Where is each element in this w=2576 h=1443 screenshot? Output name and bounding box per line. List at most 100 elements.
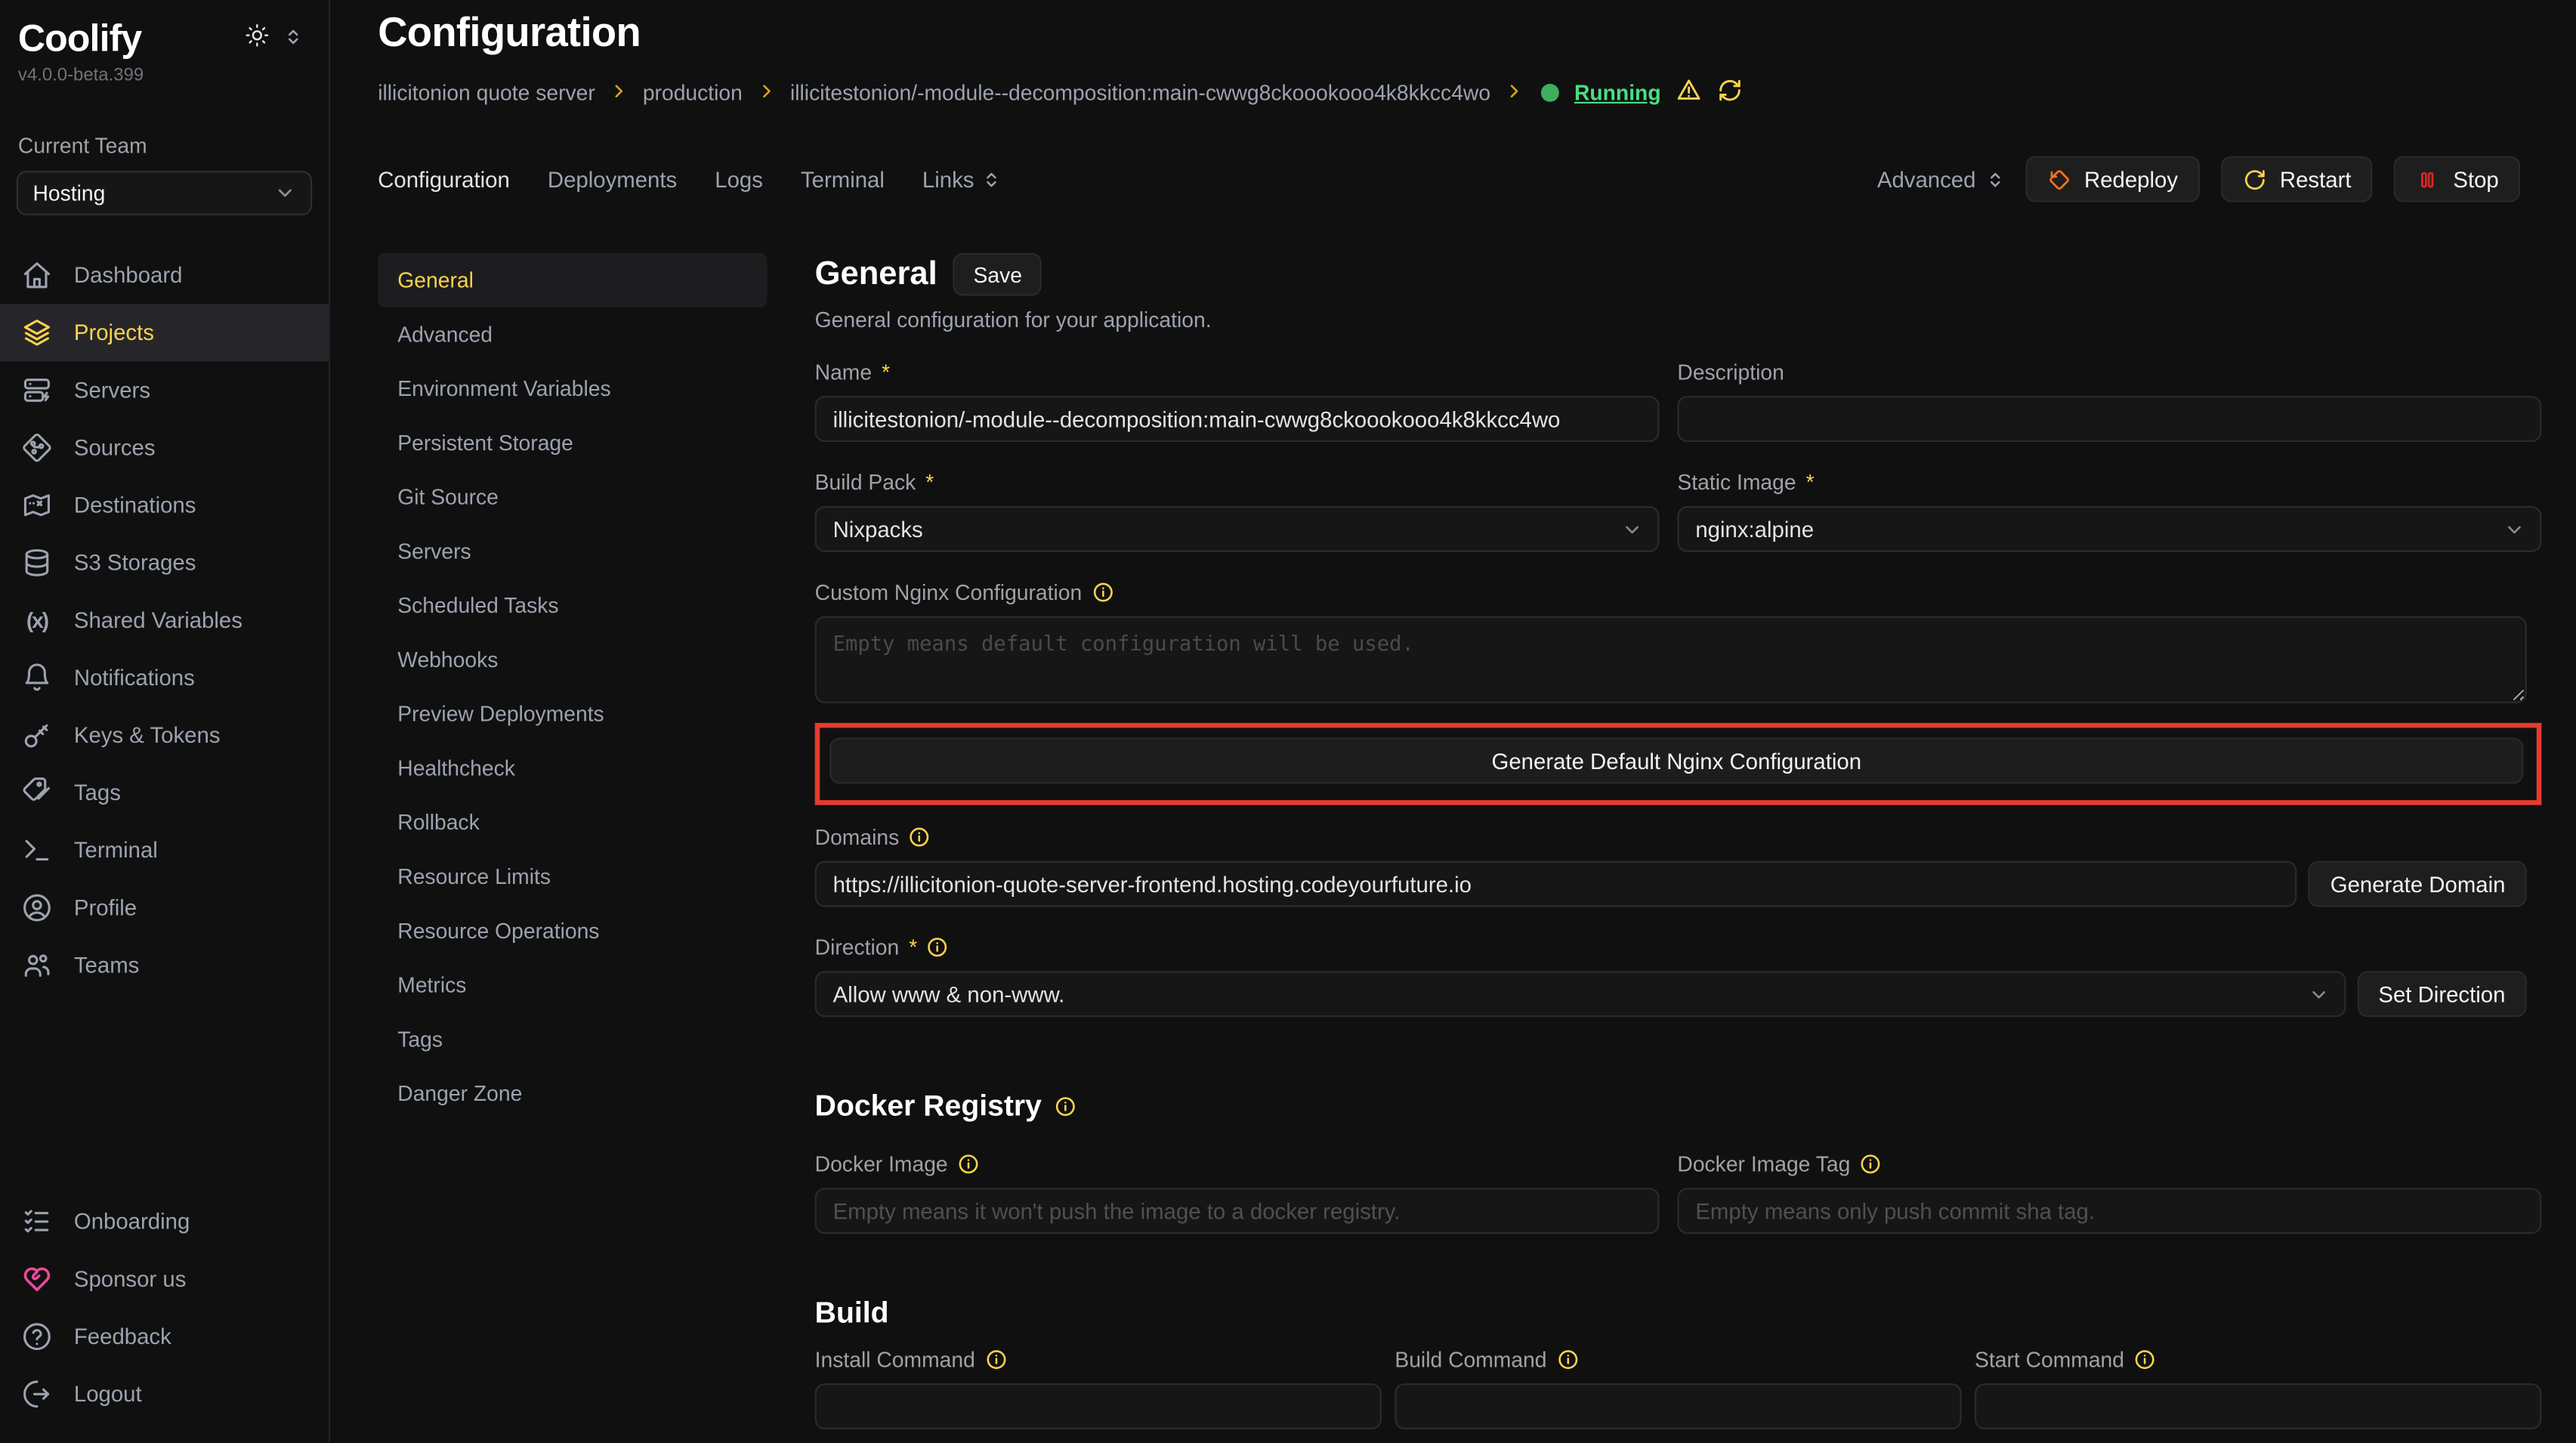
status-badge[interactable]: Running [1574, 81, 1661, 106]
subnav-item-resource-operations[interactable]: Resource Operations [378, 904, 767, 958]
info-icon[interactable] [1055, 1096, 1076, 1117]
subnav-item-scheduled-tasks[interactable]: Scheduled Tasks [378, 579, 767, 633]
static-image-select[interactable]: nginx:alpine [1677, 506, 2541, 552]
description-label: Description [1677, 360, 1784, 385]
sidebar-item-shared-variables[interactable]: (x) Shared Variables [0, 592, 329, 649]
description-input[interactable] [1677, 396, 2541, 442]
tab-terminal[interactable]: Terminal [801, 167, 885, 192]
status-dot [1541, 84, 1559, 102]
sidebar-item-feedback[interactable]: Feedback [0, 1308, 329, 1365]
chevrons-up-down-icon [1986, 170, 2004, 188]
start-command-input[interactable] [1975, 1383, 2541, 1429]
refresh-status-icon[interactable] [1717, 77, 1744, 108]
subnav-item-servers[interactable]: Servers [378, 524, 767, 579]
chevron-right-icon [1506, 81, 1524, 106]
custom-nginx-textarea[interactable] [815, 616, 2527, 703]
sidebar-item-sources[interactable]: Sources [0, 419, 329, 477]
subnav-item-metrics[interactable]: Metrics [378, 958, 767, 1012]
config-subnav: General Advanced Environment Variables P… [378, 253, 767, 1443]
install-command-input[interactable] [815, 1383, 1382, 1429]
sidebar-item-s3-storages[interactable]: S3 Storages [0, 534, 329, 592]
direction-select[interactable]: Allow www & non-www. [815, 971, 2346, 1017]
name-input[interactable] [815, 396, 1660, 442]
advanced-menu[interactable]: Advanced [1877, 167, 2004, 192]
tab-deployments[interactable]: Deployments [548, 167, 677, 192]
sidebar-item-profile[interactable]: Profile [0, 879, 329, 936]
subnav-item-preview-deployments[interactable]: Preview Deployments [378, 687, 767, 741]
chevron-right-icon [757, 81, 775, 106]
theme-switcher-chevrons-icon[interactable] [284, 24, 302, 54]
subnav-item-danger-zone[interactable]: Danger Zone [378, 1066, 767, 1120]
section-description: General configuration for your applicati… [815, 307, 2542, 332]
docker-registry-title: Docker Registry [815, 1089, 1042, 1124]
theme-sun-icon[interactable] [245, 22, 270, 54]
subnav-item-healthcheck[interactable]: Healthcheck [378, 741, 767, 796]
warning-triangle-icon[interactable] [1676, 77, 1702, 108]
name-label: Name [815, 360, 872, 385]
info-icon[interactable] [1860, 1154, 1881, 1175]
subnav-item-tags[interactable]: Tags [378, 1012, 767, 1067]
app-logo: Coolify [18, 17, 141, 61]
sidebar-item-notifications[interactable]: Notifications [0, 649, 329, 706]
docker-image-input[interactable] [815, 1188, 1660, 1234]
sidebar-item-tags[interactable]: Tags [0, 764, 329, 821]
terminal-icon [21, 835, 52, 866]
sidebar-item-destinations[interactable]: Destinations [0, 477, 329, 534]
breadcrumb-project[interactable]: illicitonion quote server [378, 81, 595, 106]
build-command-input[interactable] [1395, 1383, 1961, 1429]
build-pack-select[interactable]: Nixpacks [815, 506, 1660, 552]
breadcrumb-application[interactable]: illicitestonion/-module--decomposition:m… [790, 81, 1490, 106]
docker-image-tag-input[interactable] [1677, 1188, 2541, 1234]
generate-default-nginx-button[interactable]: Generate Default Nginx Configuration [829, 737, 2523, 783]
domains-input[interactable] [815, 861, 2298, 907]
info-icon[interactable] [1092, 582, 1113, 603]
info-icon[interactable] [1557, 1349, 1578, 1370]
generate-domain-button[interactable]: Generate Domain [2309, 861, 2526, 907]
sidebar-item-projects[interactable]: Projects [0, 304, 329, 361]
subnav-item-general[interactable]: General [378, 253, 767, 307]
sidebar-item-keys-tokens[interactable]: Keys & Tokens [0, 706, 329, 764]
home-icon [21, 260, 52, 291]
sidebar-item-sponsor-us[interactable]: Sponsor us [0, 1250, 329, 1308]
key-icon [21, 720, 52, 751]
domains-label: Domains [815, 825, 900, 850]
breadcrumb-environment[interactable]: production [643, 81, 743, 106]
sidebar-item-logout[interactable]: Logout [0, 1365, 329, 1423]
sidebar-item-teams[interactable]: Teams [0, 937, 329, 994]
stop-button[interactable]: Stop [2394, 156, 2520, 202]
subnav-item-advanced[interactable]: Advanced [378, 307, 767, 362]
info-icon[interactable] [958, 1154, 979, 1175]
build-pack-label: Build Pack [815, 470, 916, 495]
sidebar-item-servers[interactable]: Servers [0, 361, 329, 419]
subnav-item-resource-limits[interactable]: Resource Limits [378, 849, 767, 904]
save-button[interactable]: Save [953, 253, 1042, 296]
subnav-item-git-source[interactable]: Git Source [378, 470, 767, 524]
checklist-icon [21, 1206, 52, 1237]
chevron-down-icon [2308, 984, 2329, 1005]
parentheses-x-icon: (x) [21, 604, 52, 635]
section-title-general: General [815, 255, 937, 293]
tab-logs[interactable]: Logs [715, 167, 763, 192]
info-icon[interactable] [2134, 1349, 2155, 1370]
subnav-item-rollback[interactable]: Rollback [378, 796, 767, 850]
redeploy-button[interactable]: Redeploy [2025, 156, 2200, 202]
set-direction-button[interactable]: Set Direction [2357, 971, 2527, 1017]
sidebar-item-terminal[interactable]: Terminal [0, 821, 329, 879]
info-icon[interactable] [909, 827, 930, 848]
app-version: v4.0.0-beta.399 [0, 66, 329, 85]
team-select[interactable]: Hosting [17, 171, 312, 215]
tag-icon [21, 777, 52, 808]
main-area: Configuration illicitonion quote server … [330, 0, 2576, 1442]
restart-button[interactable]: Restart [2221, 156, 2373, 202]
tab-configuration[interactable]: Configuration [378, 167, 510, 192]
subnav-item-webhooks[interactable]: Webhooks [378, 632, 767, 687]
pause-stop-icon [2415, 167, 2440, 192]
info-icon[interactable] [985, 1349, 1006, 1370]
sidebar-item-onboarding[interactable]: Onboarding [0, 1193, 329, 1250]
subnav-item-persistent-storage[interactable]: Persistent Storage [378, 416, 767, 470]
sidebar-item-dashboard[interactable]: Dashboard [0, 246, 329, 304]
info-icon[interactable] [927, 937, 948, 958]
subnav-item-environment-variables[interactable]: Environment Variables [378, 361, 767, 416]
tab-links[interactable]: Links [922, 167, 1000, 192]
help-circle-icon [21, 1321, 52, 1352]
